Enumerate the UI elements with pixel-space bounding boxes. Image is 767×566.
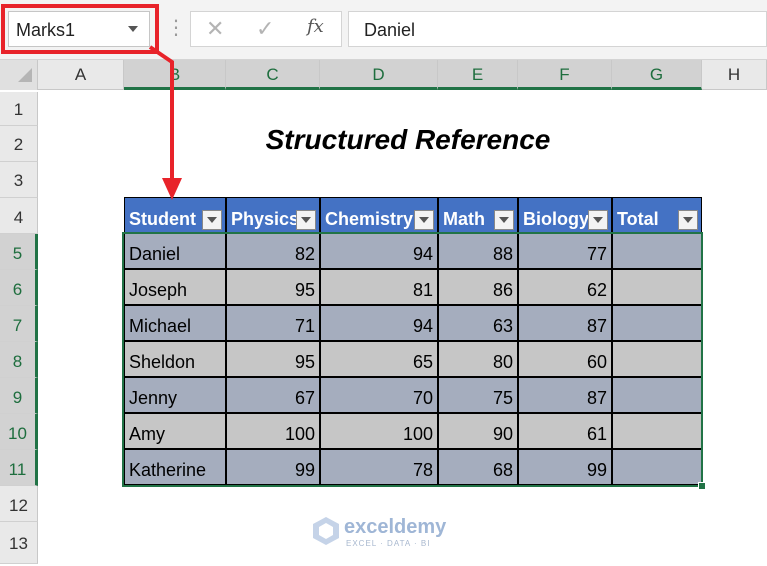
row-header-12[interactable]: 12 — [0, 486, 38, 522]
header-label: Student — [129, 209, 196, 229]
row-header-4[interactable]: 4 — [0, 198, 38, 234]
selection-border — [122, 232, 703, 487]
filter-dropdown-icon[interactable] — [494, 210, 514, 230]
sheet-title[interactable]: Structured Reference — [238, 124, 578, 156]
row-header-1[interactable]: 1 — [0, 92, 38, 126]
name-box-highlight — [1, 4, 159, 54]
filter-dropdown-icon[interactable] — [296, 210, 316, 230]
more-vertical-icon: ⋮ — [166, 17, 186, 39]
fill-handle[interactable] — [698, 482, 706, 490]
cancel-icon[interactable]: ✕ — [206, 17, 224, 41]
watermark-tagline: EXCEL · DATA · BI — [346, 539, 431, 548]
column-header-f[interactable]: F — [518, 60, 612, 90]
header-label: Chemistry — [325, 209, 414, 229]
insert-function-icon[interactable]: fx — [307, 16, 324, 37]
column-header-a[interactable]: A — [38, 60, 124, 90]
row-header-10[interactable]: 10 — [0, 414, 38, 450]
column-header-h[interactable]: H — [702, 60, 767, 90]
formula-input-value[interactable]: Daniel — [364, 20, 415, 41]
table-header-biology[interactable]: Biology — [518, 197, 612, 233]
row-header-2[interactable]: 2 — [0, 126, 38, 162]
column-header-e[interactable]: E — [438, 60, 518, 90]
row-header-8[interactable]: 8 — [0, 342, 38, 378]
row-header-5[interactable]: 5 — [0, 234, 38, 270]
row-header-7[interactable]: 7 — [0, 306, 38, 342]
filter-dropdown-icon[interactable] — [588, 210, 608, 230]
column-header-g[interactable]: G — [612, 60, 702, 90]
table-header-math[interactable]: Math — [438, 197, 518, 233]
row-header-11[interactable]: 11 — [0, 450, 38, 486]
filter-dropdown-icon[interactable] — [202, 210, 222, 230]
header-label: Total — [617, 209, 659, 229]
row-header-6[interactable]: 6 — [0, 270, 38, 306]
column-header-b[interactable]: B — [124, 60, 226, 90]
header-label: Biology — [523, 209, 589, 229]
filter-dropdown-icon[interactable] — [678, 210, 698, 230]
filter-dropdown-icon[interactable] — [414, 210, 434, 230]
row-header-9[interactable]: 9 — [0, 378, 38, 414]
table-header-student[interactable]: Student — [124, 197, 226, 233]
select-all-icon — [18, 68, 32, 82]
enter-icon[interactable]: ✓ — [256, 17, 274, 41]
watermark-name: exceldemy — [344, 516, 447, 538]
column-header-d[interactable]: D — [320, 60, 438, 90]
row-header-13[interactable]: 13 — [0, 522, 38, 564]
table-header-physics[interactable]: Physics — [226, 197, 320, 233]
exceldemy-logo-icon — [313, 517, 339, 545]
column-header-c[interactable]: C — [226, 60, 320, 90]
header-label: Math — [443, 209, 485, 229]
header-label: Physics — [231, 209, 300, 229]
row-header-3[interactable]: 3 — [0, 162, 38, 198]
table-header-chemistry[interactable]: Chemistry — [320, 197, 438, 233]
table-header-total[interactable]: Total — [612, 197, 702, 233]
